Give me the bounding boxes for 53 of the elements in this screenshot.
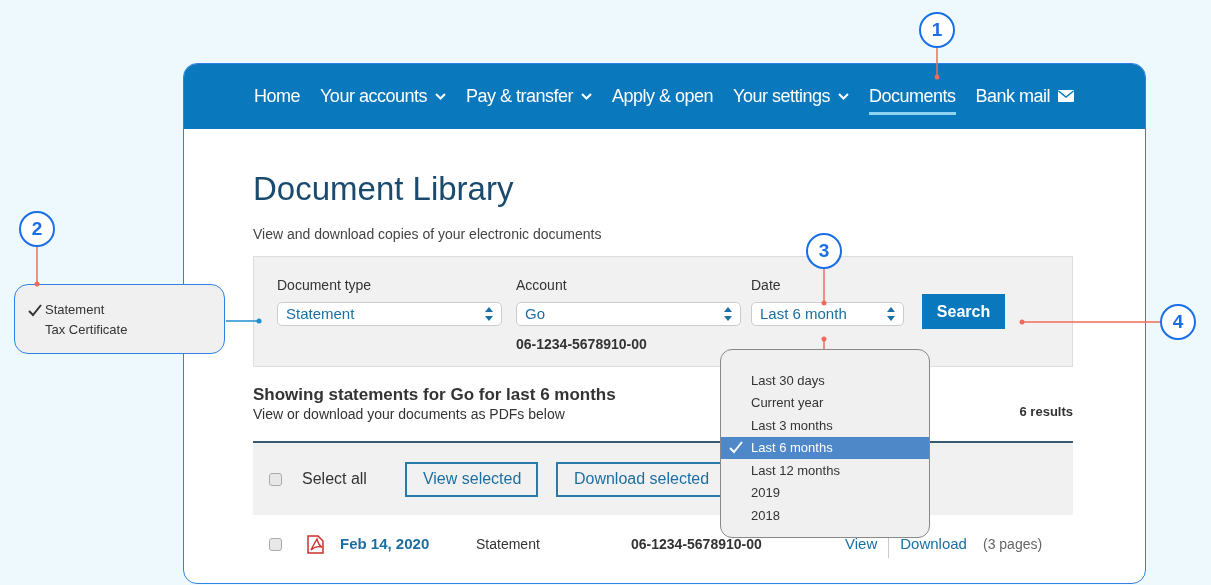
document-type-select[interactable]: Statement xyxy=(277,302,502,326)
callout-number: 1 xyxy=(919,12,955,48)
search-button[interactable]: Search xyxy=(922,294,1005,329)
nav-link[interactable]: Apply & open xyxy=(612,78,714,115)
up-down-arrows-icon xyxy=(887,307,895,321)
up-down-arrows-icon xyxy=(485,307,493,321)
popup-option[interactable]: Tax Certificate xyxy=(45,320,128,340)
leader-line xyxy=(225,318,262,324)
up-down-arrows-icon xyxy=(724,307,732,321)
select-all-checkbox[interactable] xyxy=(269,472,282,486)
chevron-down-icon xyxy=(434,92,446,100)
leader-line xyxy=(821,336,827,350)
nav-link[interactable]: Your accounts xyxy=(320,78,446,115)
field-label: Account xyxy=(516,276,568,295)
results-note: View or download your documents as PDFs below xyxy=(253,405,566,423)
leader-line xyxy=(34,246,40,287)
document-type: Statement xyxy=(476,534,541,554)
popup-option[interactable]: Statement xyxy=(45,300,105,320)
dropdown-option[interactable]: Last 3 months xyxy=(721,414,929,437)
nav-link[interactable]: Home xyxy=(254,78,300,115)
download-link[interactable]: Download xyxy=(900,532,967,556)
account-select[interactable]: Go xyxy=(516,302,741,326)
document-date-link[interactable]: Feb 14, 2020 xyxy=(340,532,476,556)
leader-line xyxy=(821,268,827,306)
results-heading: Showing statements for Go for last 6 months xyxy=(253,385,616,405)
page-description: View and download copies of your electronic documents xyxy=(253,225,603,243)
account-number: 06-1234-5678910-00 xyxy=(631,534,763,554)
dropdown-option[interactable]: Current year xyxy=(721,391,929,414)
select-all-label: Select all xyxy=(302,469,367,489)
nav-link[interactable]: Your settings xyxy=(733,78,849,115)
nav-link[interactable]: Bank mail xyxy=(975,78,1075,115)
page-title: Document Library xyxy=(253,169,515,209)
field-label: Document type xyxy=(277,276,373,295)
date-select[interactable]: Last 6 month xyxy=(751,302,904,326)
page-count: (3 pages) xyxy=(982,534,1043,554)
chevron-down-icon xyxy=(837,92,849,100)
nav-link[interactable]: Pay & transfer xyxy=(465,78,592,115)
dropdown-option[interactable]: Last 6 months xyxy=(721,436,929,459)
envelope-icon xyxy=(1058,90,1075,102)
row-checkbox[interactable] xyxy=(269,537,282,551)
field-label: Date xyxy=(751,276,781,295)
callout-number: 4 xyxy=(1160,304,1196,340)
toolbar-button[interactable]: View selected xyxy=(404,461,538,497)
chevron-down-icon xyxy=(581,92,592,100)
results-count: 6 results xyxy=(1019,402,1073,421)
dropdown-option[interactable]: 2018 xyxy=(721,504,929,527)
checkmark-icon xyxy=(729,441,743,455)
callout-number: 2 xyxy=(19,211,55,247)
account-number: 06-1234-5678910-00 xyxy=(516,335,648,354)
dropdown-option[interactable]: Last 30 days xyxy=(721,369,929,392)
nav-link[interactable]: Documents xyxy=(868,78,956,115)
pdf-icon xyxy=(307,534,324,554)
leader-line xyxy=(934,47,940,80)
